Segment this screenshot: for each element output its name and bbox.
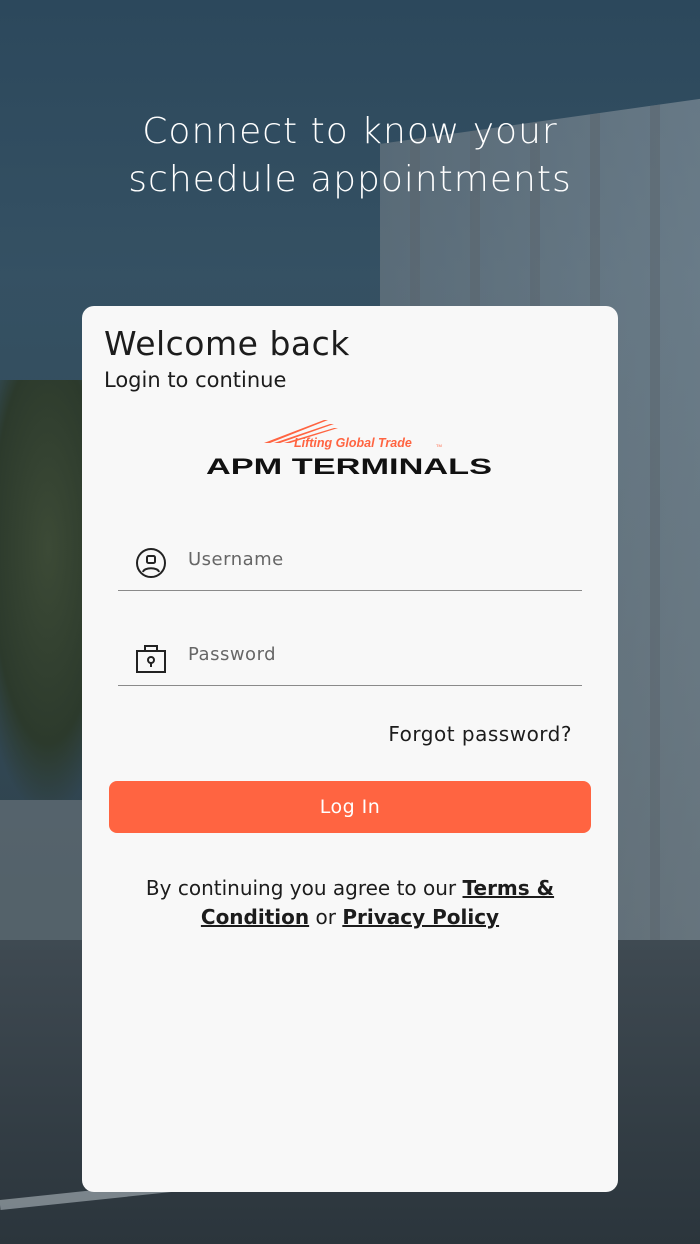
password-field bbox=[118, 627, 582, 686]
login-card: Welcome back Login to continue Lifting G… bbox=[82, 306, 618, 1192]
password-input[interactable] bbox=[186, 635, 570, 673]
headline: Connect to know your schedule appointmen… bbox=[0, 108, 700, 204]
logo-brand: APM TERMINALS bbox=[206, 454, 492, 478]
terms-notice: By continuing you agree to our Terms & C… bbox=[102, 874, 598, 932]
apm-terminals-logo: Lifting Global Trade TM APM TERMINALS bbox=[206, 420, 492, 478]
headline-line-1: Connect to know your bbox=[142, 111, 558, 152]
logo-tm: TM bbox=[436, 443, 442, 448]
headline-line-2: schedule appointments bbox=[128, 159, 572, 200]
welcome-subtitle: Login to continue bbox=[104, 368, 287, 392]
username-field bbox=[118, 532, 582, 591]
lock-icon bbox=[136, 645, 166, 673]
terms-middle: or bbox=[309, 905, 343, 929]
privacy-link[interactable]: Privacy Policy bbox=[342, 905, 499, 929]
terms-prefix: By continuing you agree to our bbox=[145, 876, 463, 900]
logo-tagline: Lifting Global Trade bbox=[294, 436, 412, 450]
welcome-title: Welcome back bbox=[104, 324, 350, 363]
forgot-password-link[interactable]: Forgot password? bbox=[388, 722, 572, 746]
user-icon bbox=[136, 548, 166, 578]
login-button[interactable]: Log In bbox=[109, 781, 591, 833]
background-guardrail bbox=[0, 800, 82, 950]
username-input[interactable] bbox=[186, 540, 570, 578]
